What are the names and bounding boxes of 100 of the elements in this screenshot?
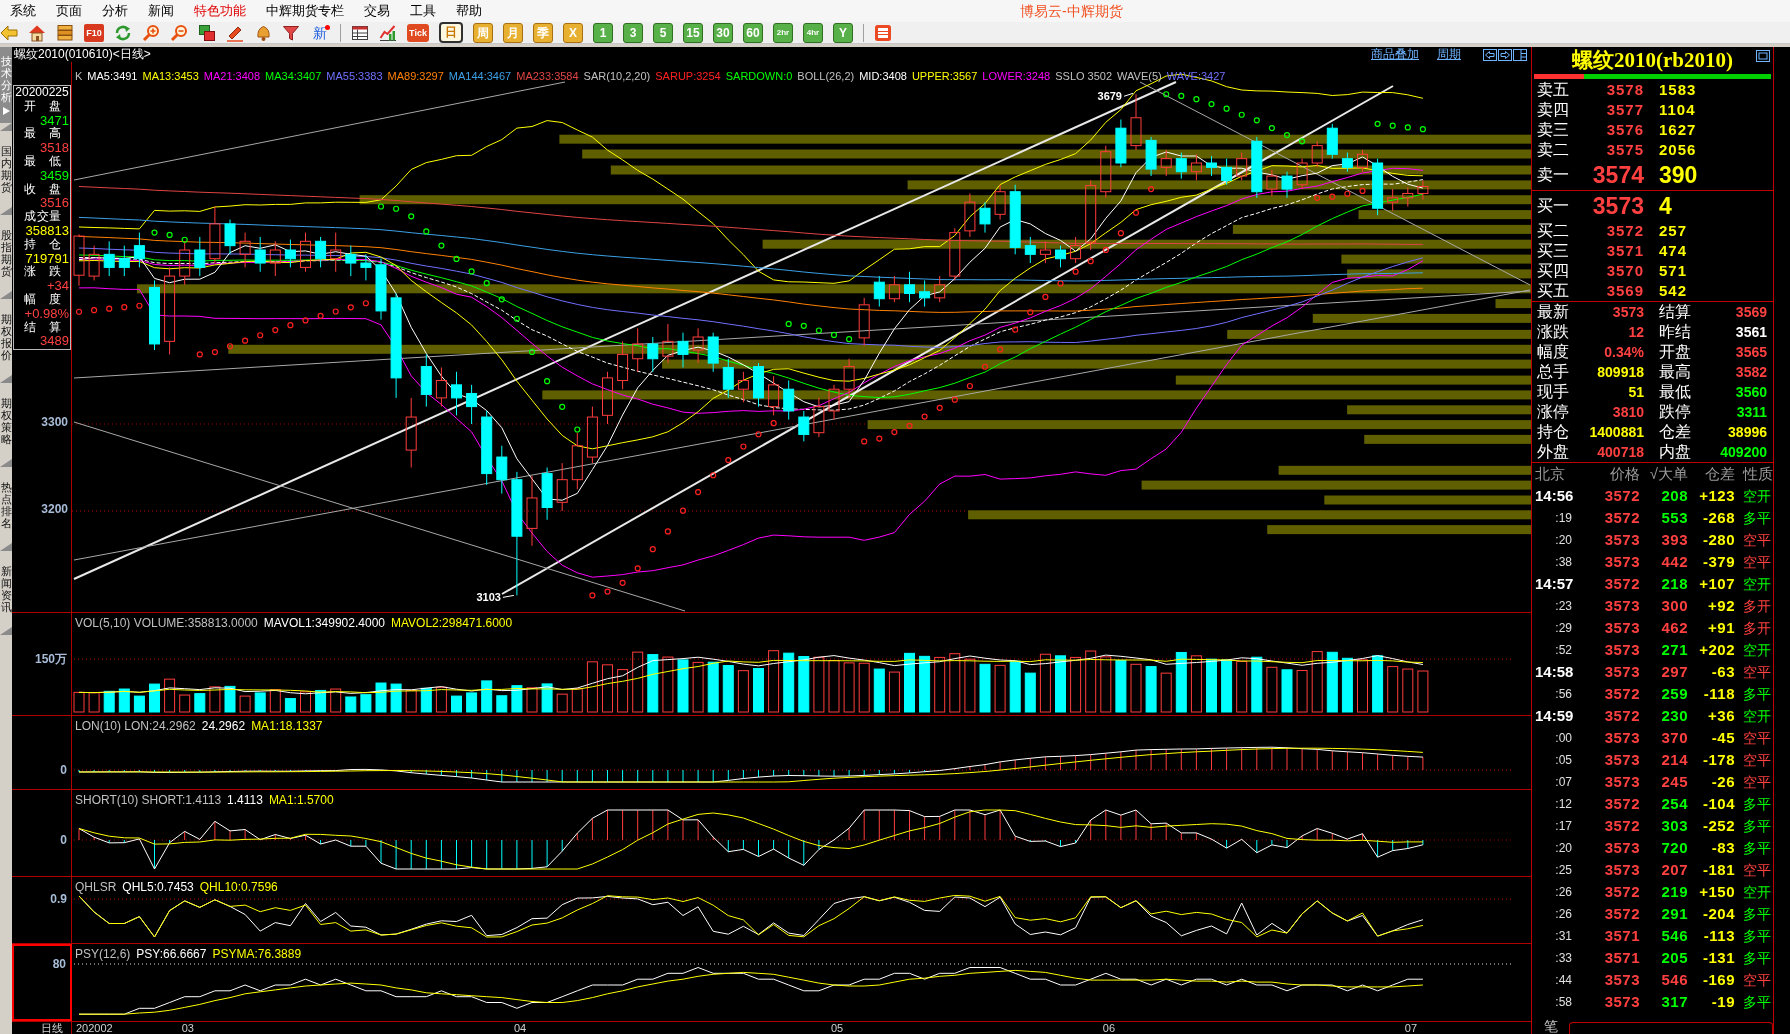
trade-price: 3572 (1603, 573, 1640, 594)
sidebar-tab[interactable]: 技术分析 (0, 47, 12, 123)
volume-profile-bar (1495, 299, 1531, 309)
trade-price: 3573 (1603, 749, 1640, 770)
trade-volume: 370 (1660, 727, 1688, 748)
arrow-left-icon[interactable] (1483, 48, 1497, 61)
menu-item[interactable]: 系统 (0, 0, 46, 22)
info-value: +0.98% (23, 306, 70, 321)
trade-price: 3571 (1603, 947, 1640, 968)
columns-icon[interactable] (1513, 48, 1527, 61)
trade-price: 3573 (1603, 639, 1640, 660)
menu-item[interactable]: 工具 (400, 0, 446, 22)
column-header: 仓差 (1704, 463, 1735, 484)
position-change: -280 (1701, 529, 1735, 550)
menu-item[interactable]: 分析 (92, 0, 138, 22)
position-change: -83 (1710, 837, 1735, 858)
menu-item[interactable]: 特色功能 (184, 0, 256, 22)
bell-icon[interactable] (254, 23, 272, 42)
trade-price: 3572 (1603, 793, 1640, 814)
order-volume: 2056 (1659, 139, 1697, 160)
trade-price: 3572 (1603, 705, 1640, 726)
indicator-value: WAVE:3427 (1166, 70, 1226, 83)
zoom-in-icon[interactable] (142, 23, 160, 42)
info-label: 持仓 (24, 237, 61, 252)
info-label: 涨跌 (24, 265, 61, 280)
order-price: 3575 (1605, 139, 1644, 160)
indicator-value: PSY:66.6667 (136, 947, 207, 961)
header-link[interactable]: 商品叠加 (1371, 47, 1419, 62)
news-button[interactable]: 新 (310, 23, 330, 42)
stat-label: 最高 (1659, 362, 1692, 382)
table-icon[interactable] (351, 23, 369, 42)
window-icon[interactable] (1756, 50, 1770, 62)
line-chart-icon[interactable] (379, 23, 397, 42)
position-change: +123 (1698, 485, 1735, 506)
trade-type: 多开 (1743, 596, 1771, 616)
period-tab[interactable]: 3 (623, 22, 643, 43)
info-value: 719791 (25, 251, 70, 266)
position-change: -268 (1701, 507, 1735, 528)
stat-label: 持仓 (1536, 422, 1570, 442)
axis-tick-label: 80 (52, 957, 66, 971)
trade-time: :26 (1554, 906, 1573, 923)
panel-icon[interactable] (874, 23, 892, 42)
menu-item[interactable]: 新闻 (138, 0, 184, 22)
period-tab[interactable]: 60 (743, 22, 763, 43)
windows-icon[interactable] (198, 23, 216, 42)
trade-time: :07 (1554, 774, 1573, 791)
position-change: +36 (1707, 705, 1735, 726)
zoom-out-icon[interactable] (170, 23, 188, 42)
trade-volume: 393 (1660, 529, 1688, 550)
indicator-value: LON(10) LON:24.2962 (75, 719, 196, 733)
position-change: -45 (1710, 727, 1735, 748)
trade-time: :19 (1554, 510, 1573, 527)
arrow-right-icon[interactable] (1498, 48, 1512, 61)
stat-label: 跌停 (1659, 402, 1692, 422)
period-tab[interactable]: 5 (653, 22, 673, 43)
menu-item[interactable]: 交易 (354, 0, 400, 22)
period-tab[interactable]: 2hr (773, 22, 793, 43)
menu-item[interactable]: 中辉期货专栏 (256, 0, 354, 22)
trade-type: 空开 (1743, 486, 1771, 506)
axis-tick-label: 0 (60, 833, 67, 847)
info-label: 最高 (24, 127, 61, 142)
order-volume: 257 (1659, 220, 1688, 241)
trade-type: 多平 (1743, 926, 1771, 946)
trade-type: 多平 (1743, 992, 1771, 1012)
input-field[interactable] (1569, 1022, 1773, 1034)
trade-volume: 219 (1660, 881, 1688, 902)
period-tab[interactable]: 日 (439, 22, 463, 43)
trade-volume: 303 (1660, 815, 1688, 836)
trade-type: 多平 (1743, 816, 1771, 836)
triangle-icon (0, 291, 12, 299)
trade-price: 3572 (1603, 683, 1640, 704)
period-tab[interactable]: 4hr (803, 22, 823, 43)
trade-time: :29 (1554, 620, 1573, 637)
f10-button[interactable]: F10 (84, 23, 104, 42)
date-tick-label: 06 (1102, 1022, 1116, 1034)
triangle-icon (0, 123, 12, 131)
trade-price: 3573 (1603, 595, 1640, 616)
stat-value: 3569 (1734, 302, 1768, 322)
info-label: 最低 (24, 155, 61, 169)
position-change: -131 (1701, 947, 1735, 968)
refresh-icon[interactable] (114, 23, 132, 42)
period-tab[interactable]: 30 (713, 22, 733, 43)
tick-button[interactable]: Tick (407, 23, 429, 42)
stat-value: 3561 (1734, 322, 1768, 342)
trade-time: :17 (1554, 818, 1573, 835)
period-tab[interactable]: Y (833, 22, 853, 43)
books-icon[interactable] (56, 23, 74, 42)
header-link[interactable]: 周期 (1437, 47, 1461, 62)
period-tab[interactable]: 1 (593, 22, 613, 43)
order-price: 3576 (1605, 119, 1644, 140)
app-title: 博易云-中辉期货 (1020, 2, 1123, 21)
order-price: 3572 (1605, 220, 1644, 241)
house-icon[interactable] (28, 23, 46, 42)
stat-label: 开盘 (1659, 342, 1692, 362)
trade-type: 多平 (1743, 794, 1771, 814)
filter-icon[interactable] (282, 23, 300, 42)
trade-type: 多平 (1743, 684, 1771, 704)
menu-item[interactable]: 页面 (46, 0, 92, 22)
menu-item[interactable]: 帮助 (446, 0, 492, 22)
period-tab[interactable]: 15 (683, 22, 703, 43)
